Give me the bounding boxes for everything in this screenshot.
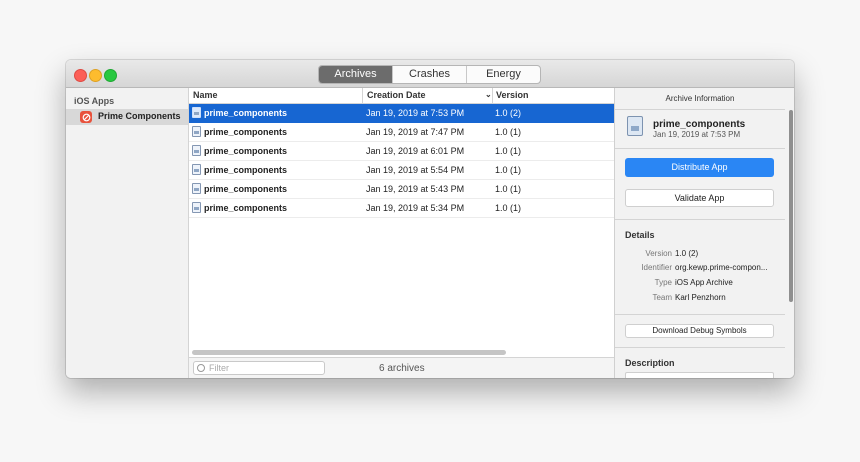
tab-crashes[interactable]: Crashes xyxy=(392,66,466,83)
archive-file-icon xyxy=(192,126,201,137)
archive-name: prime_components xyxy=(204,108,288,118)
validate-app-button[interactable]: Validate App xyxy=(625,189,774,207)
list-footer: Filter 6 archives xyxy=(189,357,614,378)
archive-list: Name Creation Date ⌄ Version prime_compo… xyxy=(189,88,614,378)
archive-icon xyxy=(627,116,643,136)
filter-icon xyxy=(197,364,205,372)
archive-name: prime_components xyxy=(204,203,288,213)
column-header: Name Creation Date ⌄ Version xyxy=(189,88,614,104)
archive-date: Jan 19, 2019 at 6:01 PM xyxy=(366,146,465,156)
tab-archives[interactable]: Archives xyxy=(319,66,392,83)
inspector-title: Archive Information xyxy=(615,88,785,110)
details-title: Details xyxy=(625,230,655,240)
sidebar-item-label: Prime Components xyxy=(98,111,181,121)
archive-count: 6 archives xyxy=(379,363,425,374)
archive-version: 1.0 (1) xyxy=(495,127,522,137)
app-glyph-icon xyxy=(82,113,90,121)
distribute-app-button[interactable]: Distribute App xyxy=(625,158,774,177)
organizer-tabs: Archives Crashes Energy xyxy=(318,65,541,84)
inspector-scrollbar[interactable] xyxy=(789,110,793,302)
archive-version: 1.0 (1) xyxy=(495,203,522,213)
description-field[interactable] xyxy=(625,372,774,378)
table-row[interactable]: prime_components Jan 19, 2019 at 7:53 PM… xyxy=(189,104,614,123)
archive-date: Jan 19, 2019 at 5:43 PM xyxy=(366,184,465,194)
sort-chevron-icon: ⌄ xyxy=(485,90,492,99)
column-creation-date[interactable]: Creation Date xyxy=(367,90,426,100)
archive-file-icon xyxy=(192,183,201,194)
download-debug-symbols-button[interactable]: Download Debug Symbols xyxy=(625,324,774,338)
archive-file-icon xyxy=(192,145,201,156)
sidebar-item-prime-components[interactable]: Prime Components xyxy=(66,109,188,125)
archive-file-icon xyxy=(192,164,201,175)
archive-name: prime_components xyxy=(204,165,288,175)
archive-name: prime_components xyxy=(204,127,288,137)
archive-name: prime_components xyxy=(204,184,288,194)
table-row[interactable]: prime_components Jan 19, 2019 at 5:34 PM… xyxy=(189,199,614,218)
column-name[interactable]: Name xyxy=(193,90,218,100)
inspector-archive-name: prime_components xyxy=(653,119,746,130)
inspector-archive-date: Jan 19, 2019 at 7:53 PM xyxy=(653,130,741,139)
filter-placeholder: Filter xyxy=(209,363,229,373)
archive-file-icon xyxy=(192,107,201,118)
organizer-window: Archives Crashes Energy iOS Apps Prime C… xyxy=(66,60,794,378)
archive-date: Jan 19, 2019 at 5:54 PM xyxy=(366,165,465,175)
minimize-button[interactable] xyxy=(89,69,102,82)
app-icon xyxy=(80,111,92,123)
description-title: Description xyxy=(625,358,675,368)
horizontal-scrollbar[interactable] xyxy=(192,350,506,355)
column-version[interactable]: Version xyxy=(496,90,529,100)
table-row[interactable]: prime_components Jan 19, 2019 at 6:01 PM… xyxy=(189,142,614,161)
archive-name: prime_components xyxy=(204,146,288,156)
table-row[interactable]: prime_components Jan 19, 2019 at 7:47 PM… xyxy=(189,123,614,142)
archive-version: 1.0 (1) xyxy=(495,146,522,156)
table-row[interactable]: prime_components Jan 19, 2019 at 5:43 PM… xyxy=(189,180,614,199)
tab-energy[interactable]: Energy xyxy=(466,66,540,83)
table-row[interactable]: prime_components Jan 19, 2019 at 5:54 PM… xyxy=(189,161,614,180)
sidebar: iOS Apps Prime Components xyxy=(66,88,189,378)
archive-file-icon xyxy=(192,202,201,213)
inspector-panel: Archive Information prime_components Jan… xyxy=(614,88,794,378)
archive-version: 1.0 (2) xyxy=(495,108,522,118)
archive-date: Jan 19, 2019 at 5:34 PM xyxy=(366,203,465,213)
archive-version: 1.0 (1) xyxy=(495,165,522,175)
close-button[interactable] xyxy=(74,69,87,82)
zoom-button[interactable] xyxy=(104,69,117,82)
title-bar: Archives Crashes Energy xyxy=(66,60,794,88)
sidebar-section-title: iOS Apps xyxy=(74,96,115,106)
archive-date: Jan 19, 2019 at 7:53 PM xyxy=(366,108,465,118)
archive-date: Jan 19, 2019 at 7:47 PM xyxy=(366,127,465,137)
archive-version: 1.0 (1) xyxy=(495,184,522,194)
filter-field[interactable]: Filter xyxy=(193,361,325,375)
